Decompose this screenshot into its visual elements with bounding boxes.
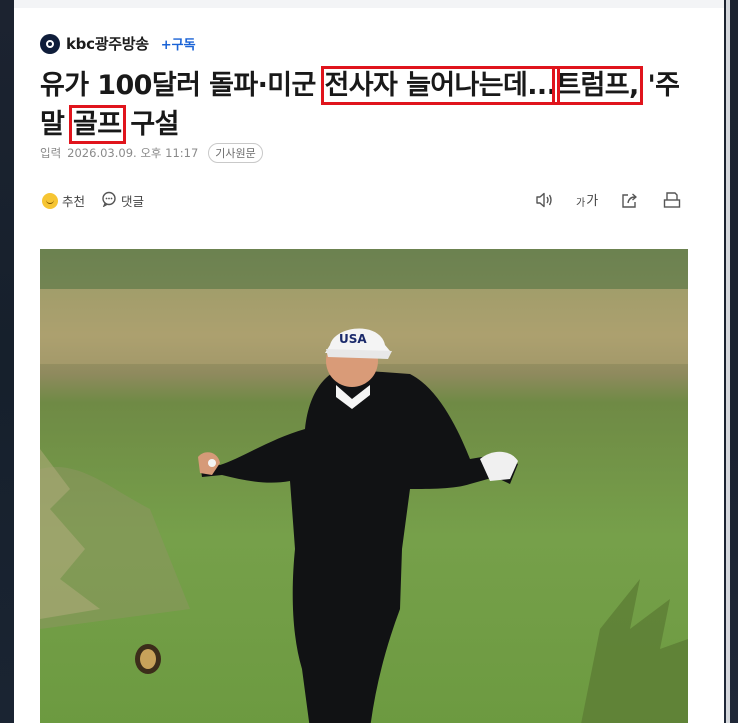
smile-icon bbox=[42, 192, 58, 209]
share-icon[interactable] bbox=[620, 191, 640, 209]
headline-highlight-2: 트럼프, bbox=[552, 66, 643, 105]
headline-highlight-1: 전사자 늘어나는데... bbox=[320, 66, 561, 105]
article-meta: 입력 2026.03.09. 오후 11:17 기사원문 bbox=[40, 143, 263, 163]
headline-highlight-3: 골프 bbox=[69, 105, 126, 144]
press-header: kbc광주방송 +구독 bbox=[40, 33, 196, 54]
article-tools: 가가 bbox=[534, 190, 682, 209]
recommend-label: 추천 bbox=[62, 194, 86, 209]
subscribe-button[interactable]: +구독 bbox=[161, 34, 196, 53]
font-size-icon[interactable]: 가가 bbox=[576, 190, 598, 209]
reaction-bar: 추천 댓글 bbox=[42, 191, 144, 210]
press-name[interactable]: kbc광주방송 bbox=[66, 33, 149, 54]
article-page: kbc광주방송 +구독 유가 100달러 돌파·미군 전사자 늘어나는데...트… bbox=[14, 0, 724, 723]
print-icon[interactable] bbox=[662, 191, 682, 209]
input-label: 입력 bbox=[40, 146, 62, 160]
headline-text: 구설 bbox=[121, 109, 179, 140]
original-article-button[interactable]: 기사원문 bbox=[208, 143, 263, 163]
comment-label: 댓글 bbox=[121, 194, 145, 209]
article-photo[interactable]: USA bbox=[40, 249, 688, 723]
golf-photo-image: USA bbox=[40, 249, 688, 723]
publish-datetime: 2026.03.09. 오후 11:17 bbox=[67, 146, 199, 160]
recommend-button[interactable]: 추천 bbox=[42, 191, 85, 210]
window-frame-right bbox=[724, 0, 738, 723]
comment-button[interactable]: 댓글 bbox=[101, 191, 144, 210]
scrollbar-track[interactable] bbox=[726, 0, 730, 723]
font-size-large-label: 가 bbox=[586, 194, 599, 209]
headline-text: 유가 100달러 돌파·미군 bbox=[40, 70, 325, 101]
article-headline: 유가 100달러 돌파·미군 전사자 늘어나는데...트럼프, '주말 골프 구… bbox=[40, 66, 700, 144]
top-divider bbox=[14, 0, 724, 8]
press-logo-icon[interactable] bbox=[40, 33, 60, 54]
speaker-icon[interactable] bbox=[534, 191, 554, 209]
font-size-small-label: 가 bbox=[576, 198, 586, 209]
cap-text: USA bbox=[339, 332, 367, 346]
comment-bubble-icon bbox=[101, 191, 117, 210]
window-frame-left bbox=[0, 0, 14, 723]
